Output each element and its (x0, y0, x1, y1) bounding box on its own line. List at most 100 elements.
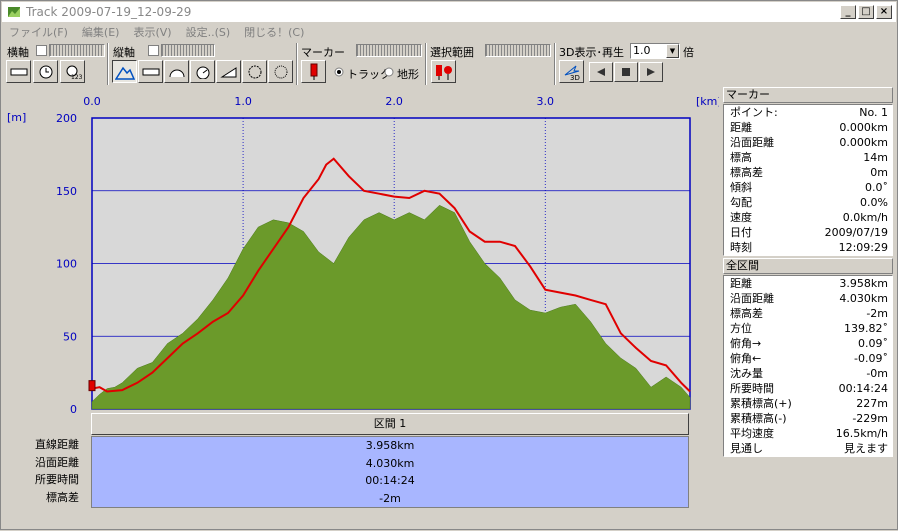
segment-labels: 直線距離 沿面距離 所要時間 標高差 (1, 436, 81, 506)
marker_panel-row: 標高差 0m (724, 165, 892, 180)
radio-terrain[interactable] (384, 67, 394, 77)
total_panel-row-label: 標高差 (730, 307, 763, 320)
app-icon (8, 7, 20, 17)
marker_panel-row: 沿面距離 0.000km (724, 135, 892, 150)
svg-text:123: 123 (71, 74, 82, 80)
vert-axis-slider[interactable] (161, 44, 215, 57)
marker_panel-row: 標高 14m (724, 150, 892, 165)
heading-view-button[interactable] (242, 60, 267, 83)
distance-axis-button[interactable] (6, 60, 31, 83)
marker_panel-row: 勾配 0.0% (724, 195, 892, 210)
marker_panel-row-value: 0.000km (839, 136, 888, 149)
marker_panel-row: 時刻 12:09:29 (724, 240, 892, 255)
3d-view-button[interactable]: 3D (559, 60, 584, 83)
total_panel-row-value: 3.958km (839, 277, 888, 290)
x-tick-label: 1.0 (234, 95, 252, 108)
segment-label-elev: 標高差 (46, 490, 79, 504)
marker_panel-row-value: 2009/07/19 (824, 226, 888, 239)
total_panel-row: 俯角→ 0.09˚ (724, 336, 892, 351)
total_panel-row-label: 所要時間 (730, 382, 774, 395)
marker_panel-row-label: 沿面距離 (730, 136, 774, 149)
segment-value-straight: 3.958km (365, 439, 415, 452)
marker_panel-row-value: 0.0% (860, 196, 888, 209)
menu-close[interactable]: 閉じる！(C) (237, 24, 311, 40)
menu-view[interactable]: 表示(V) (126, 24, 178, 40)
time-axis-button[interactable] (33, 60, 58, 83)
speed-select[interactable]: 1.0 ▼ (630, 43, 680, 59)
total_panel-row-value: 227m (856, 397, 888, 410)
vert-axis-label: 縦軸 (113, 46, 135, 59)
maximize-button[interactable]: □ (858, 5, 874, 19)
menu-file[interactable]: ファイル(F) (2, 24, 75, 40)
distance-view-button[interactable] (138, 60, 163, 83)
segment-value-surface: 4.030km (365, 456, 415, 470)
marker-slider[interactable] (356, 44, 422, 57)
3d-icon: 3D (564, 65, 579, 81)
stop-button[interactable] (614, 62, 638, 82)
toolbar-separator (425, 43, 427, 85)
horiz-axis-checkbox[interactable] (36, 45, 47, 56)
range-slider[interactable] (485, 44, 551, 57)
y-unit-label: [m] (7, 111, 26, 124)
segment-value-elev: -2m (379, 491, 401, 505)
marker_panel-row: 傾斜 0.0˚ (724, 180, 892, 195)
slope-view-button[interactable] (216, 60, 241, 83)
x-unit-label: [km] (696, 95, 719, 108)
play-left-icon (597, 68, 605, 76)
y-tick-label: 200 (56, 112, 77, 125)
marker_panel-row-value: 14m (863, 151, 888, 164)
ruler-icon (142, 68, 159, 75)
horiz-axis-slider[interactable] (49, 44, 105, 57)
total_panel-row-value: 4.030km (839, 292, 888, 305)
play-right-icon (647, 68, 655, 76)
play-back-button[interactable] (589, 62, 613, 82)
x-tick-label: 2.0 (385, 95, 403, 108)
chevron-down-icon[interactable]: ▼ (666, 44, 679, 58)
menu-edit[interactable]: 編集(E) (75, 24, 127, 40)
total_panel-row: 距離 3.958km (724, 276, 892, 291)
total_panel-row: 累積標高(+) 227m (724, 396, 892, 411)
speed-time-view-button[interactable] (190, 60, 215, 83)
marker-panel-title: マーカー (723, 87, 893, 103)
total_panel-row-label: 沿面距離 (730, 292, 774, 305)
point-axis-button[interactable]: 123 (60, 60, 85, 83)
marker-label: マーカー (301, 46, 345, 59)
total_panel-row-label: 距離 (730, 277, 752, 290)
marker-info-box: ポイント: No. 1 距離 0.000km 沿面距離 0.000km 標高 14m 標高差 0m… (723, 104, 893, 256)
info-panel: マーカー ポイント: No. 1 距離 0.000km 沿面距離 0.000km 標高 14m… (723, 87, 893, 457)
marker_panel-row-label: 標高差 (730, 166, 763, 179)
total-info-box: 距離 3.958km 沿面距離 4.030km 標高差 -2m 方位 139.82˚ 俯角→ 0.… (723, 275, 893, 457)
elevation-view-button[interactable] (112, 60, 137, 83)
toolbar-separator (554, 43, 556, 85)
menu-settings[interactable]: 設定..(S) (179, 24, 238, 40)
play-forward-button[interactable] (639, 62, 663, 82)
marker-pin-button[interactable] (301, 60, 326, 83)
range-pin-icon (435, 64, 452, 80)
segment-header[interactable]: 区間 1 (91, 413, 689, 435)
x-tick-label: 0.0 (83, 95, 101, 108)
slope-icon (219, 66, 236, 77)
total_panel-row-value: -229m (852, 412, 888, 425)
range-marker-button[interactable] (431, 60, 456, 83)
close-button[interactable]: × (876, 5, 892, 19)
total_panel-row-label: 俯角→ (730, 337, 762, 350)
total_panel-row-label: 累積標高(+) (730, 397, 792, 410)
radio-terrain-label: 地形 (397, 68, 419, 81)
marker_panel-row: ポイント: No. 1 (724, 105, 892, 120)
total_panel-row-value: 139.82˚ (844, 322, 888, 335)
speed-view-button[interactable] (164, 60, 189, 83)
segment-values: 3.958km 4.030km 00:14:24 -2m (91, 436, 689, 508)
marker_panel-row-value: No. 1 (859, 106, 888, 119)
total_panel-row: 見通し 見えます (724, 441, 892, 456)
vert-axis-checkbox[interactable] (148, 45, 159, 56)
x-tick-label: 3.0 (537, 95, 555, 108)
radio-track[interactable] (334, 67, 344, 77)
marker_panel-row-value: 0.000km (839, 121, 888, 134)
bearing-view-button[interactable] (268, 60, 293, 83)
marker_panel-row: 速度 0.0km/h (724, 210, 892, 225)
y-tick-label: 150 (56, 185, 77, 198)
marker_panel-row-value: 0.0km/h (842, 211, 888, 224)
marker_panel-row: 日付 2009/07/19 (724, 225, 892, 240)
window-title: Track 2009-07-19_12-09-29 (26, 5, 192, 19)
minimize-button[interactable]: _ (840, 5, 856, 19)
